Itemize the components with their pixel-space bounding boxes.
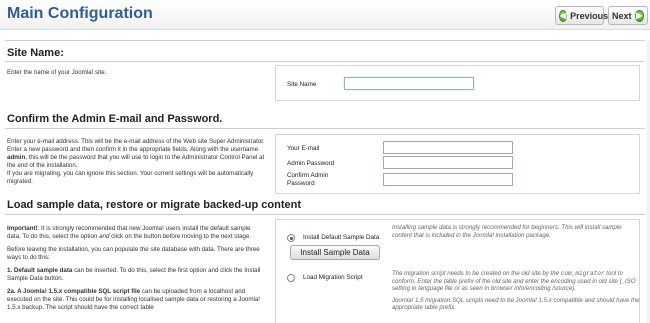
site-name-description: Enter the name of your Joomla! site.: [7, 69, 107, 76]
admin-description: Enter your e-mail address. This will be …: [7, 138, 265, 186]
admin-desc-text: , this will be the password that you wil…: [7, 154, 265, 169]
install-default-note: Installing sample data is strongly recom…: [392, 224, 622, 239]
admin-desc-email: Enter your e-mail address. This will be …: [7, 138, 265, 145]
install-default-radio[interactable]: [287, 234, 295, 242]
admin-username: admin: [7, 154, 26, 161]
install-default-label: Install Default Sample Data: [303, 234, 380, 241]
sample-desc-text: moving to the next stage.: [180, 233, 252, 240]
next-button[interactable]: Next ▶: [608, 6, 648, 25]
install-sample-data-button[interactable]: Install Sample Data: [290, 245, 380, 260]
admin-heading: Confirm the Admin E-mail and Password.: [7, 113, 223, 125]
migration-note-text: The migration script needs to be created…: [392, 270, 561, 277]
page-header: Main Configuration ◀ Previous Next ▶: [0, 0, 650, 30]
migration-note-2: Joomla! 1.5 migration SQL scripts need t…: [392, 296, 640, 312]
divider: [5, 61, 645, 62]
site-name-label: Site Name: [287, 81, 317, 88]
sample-desc-ways: Before leaving the installation, you can…: [7, 246, 260, 261]
sample-desc-text: click on the button: [109, 233, 163, 240]
arrow-left-icon: ◀: [559, 9, 568, 22]
site-name-panel: Site Name: [275, 65, 640, 101]
admin-password-input[interactable]: [383, 156, 513, 169]
admin-password-label: Admin Password: [287, 160, 335, 167]
sample-desc-option1: 1. Default sample data can be inserted. …: [7, 267, 265, 283]
migrator-code: com_migrator: [560, 270, 605, 277]
important-label: Important!: [7, 225, 38, 232]
option1-title: 1. Default sample data: [7, 267, 73, 274]
previous-label: Previous: [570, 10, 609, 21]
option2-title: 2a. A Joomla! 1.5.x compatible SQL scrip…: [7, 288, 141, 295]
divider: [5, 128, 645, 129]
site-name-heading: Site Name:: [7, 47, 64, 59]
confirm-password-input[interactable]: [383, 173, 513, 186]
divider: [5, 214, 645, 215]
page-title: Main Configuration: [7, 5, 153, 22]
sample-desc-emph: before: [162, 233, 181, 240]
email-label: Your E-mail: [287, 145, 320, 152]
admin-desc-migrate: If you are migrating, you can ignore thi…: [7, 170, 254, 185]
email-input[interactable]: [383, 141, 513, 154]
site-name-input[interactable]: [344, 77, 474, 90]
load-migration-note: The migration script needs to be created…: [392, 270, 642, 312]
confirm-password-label: Confirm Admin Password: [287, 172, 329, 187]
next-label: Next: [612, 10, 632, 21]
sample-desc-emph: and: [99, 233, 110, 240]
sample-data-heading: Load sample data, restore or migrate bac…: [7, 199, 302, 211]
arrow-right-icon: ▶: [634, 9, 644, 22]
sample-desc-important: Important!: It is strongly recommended t…: [7, 225, 265, 241]
admin-panel: Your E-mail Admin Password Confirm Admin…: [275, 134, 640, 194]
sample-data-description: Important!: It is strongly recommended t…: [7, 225, 265, 312]
admin-desc-password: Enter a new password and then confirm it…: [7, 146, 265, 170]
page-scrollbar[interactable]: [646, 40, 650, 323]
load-migration-radio[interactable]: [287, 274, 295, 282]
admin-desc-text: Enter a new password and then confirm it…: [7, 146, 259, 153]
sample-desc-option2: 2a. A Joomla! 1.5.x compatible SQL scrip…: [7, 288, 265, 312]
previous-button[interactable]: ◀ Previous: [555, 6, 608, 25]
divider: [5, 40, 645, 41]
load-migration-label: Load Migration Script: [303, 274, 363, 281]
migration-note-1: The migration script needs to be created…: [392, 270, 642, 293]
